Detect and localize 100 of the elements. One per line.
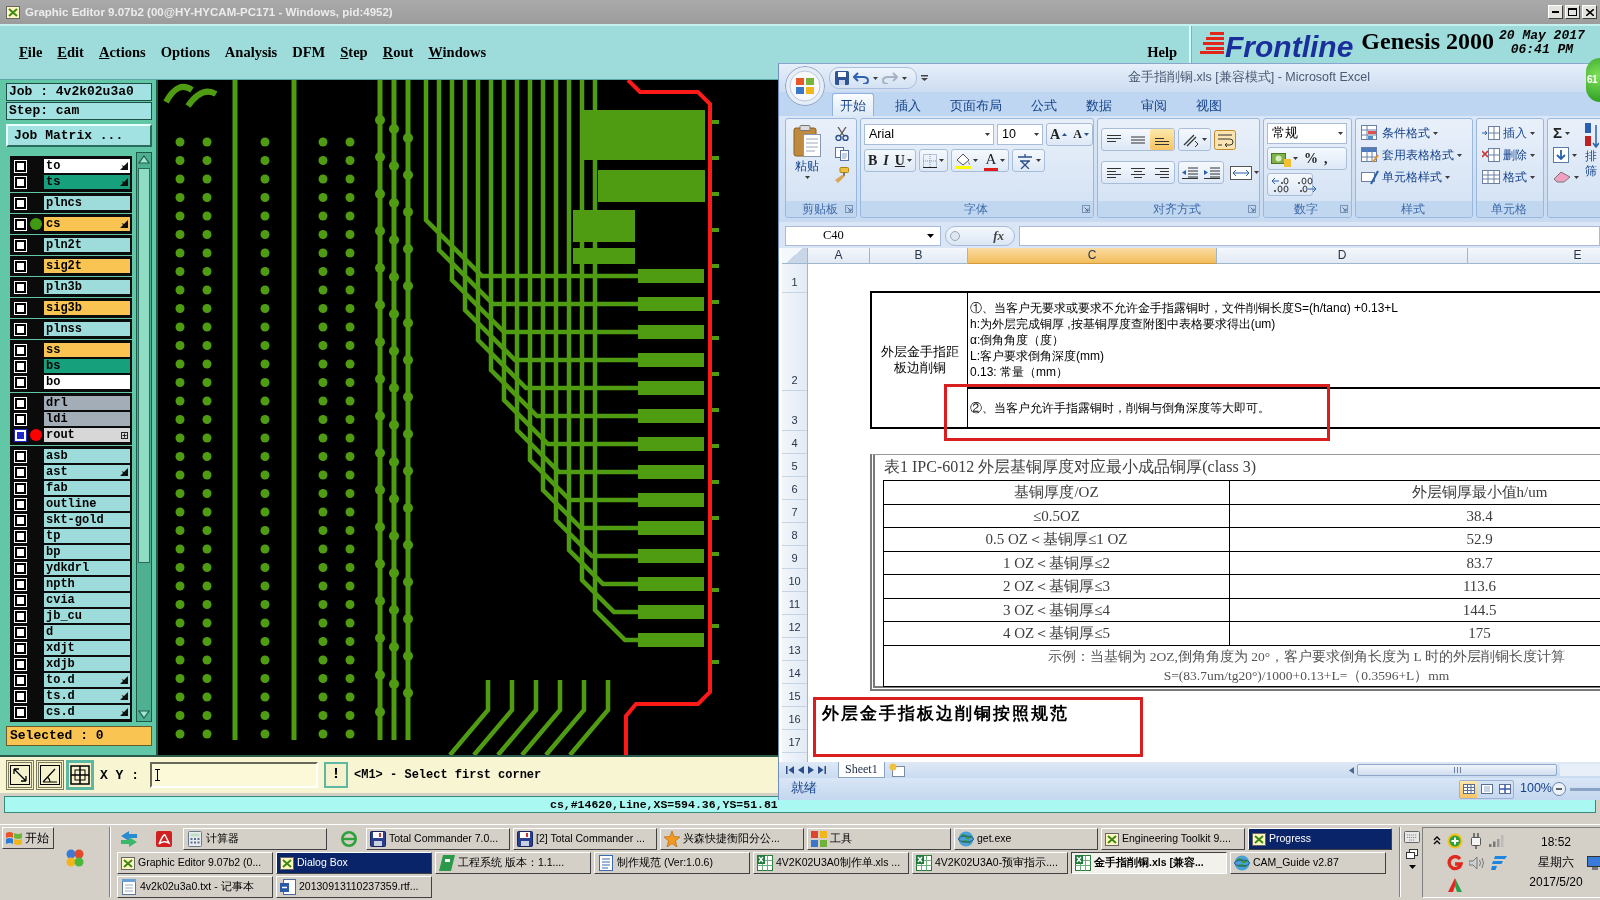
checkbox[interactable]	[14, 658, 26, 670]
row-header[interactable]: 15	[782, 684, 807, 707]
layer-entry[interactable]: cvia	[44, 593, 130, 607]
layer-entry[interactable]: rout	[44, 428, 130, 442]
layer-entry[interactable]: xdjt	[44, 641, 130, 655]
formula-input-field[interactable]	[1019, 226, 1600, 246]
taskbar-button[interactable]: 4V2K02U3A0制作单.xls ...	[753, 852, 909, 874]
layer-entry[interactable]: ydkdrl	[44, 561, 130, 575]
ribbon-button[interactable]: 插入	[1480, 123, 1537, 143]
taskbar-button[interactable]: get.exe	[954, 828, 1098, 850]
sheet-tab[interactable]: Sheet1	[838, 762, 885, 778]
maximize-button[interactable]	[1565, 5, 1580, 19]
taskbar-button[interactable]: 工具	[807, 828, 951, 850]
underline-button[interactable]: U	[891, 150, 915, 171]
borders-button[interactable]	[918, 149, 948, 172]
checkbox[interactable]	[14, 546, 26, 558]
orientation-button[interactable]	[1178, 128, 1211, 151]
layer-entry[interactable]: asb	[44, 449, 130, 463]
undo-icon[interactable]	[853, 72, 869, 84]
clock-weekday[interactable]: 星期六	[1538, 852, 1574, 872]
layer-entry[interactable]: plncs	[44, 196, 130, 210]
toolbar-button[interactable]	[36, 760, 64, 790]
layer-entry[interactable]: bp	[44, 545, 130, 559]
layer-entry[interactable]: bs	[44, 359, 130, 373]
checkbox[interactable]	[14, 344, 26, 356]
next-sheet-icon[interactable]	[808, 766, 814, 774]
shrink-font-button[interactable]: A	[1070, 124, 1092, 145]
checkbox[interactable]	[14, 706, 26, 718]
row-header[interactable]: 4	[782, 431, 807, 454]
phonetic-button[interactable]	[1011, 149, 1045, 172]
scroll-down-icon[interactable]	[138, 710, 150, 719]
row-header[interactable]: 2	[782, 293, 807, 391]
layer-entry[interactable]: cs	[44, 217, 130, 231]
italic-button[interactable]: I	[880, 150, 892, 171]
row-header[interactable]: 16	[782, 707, 807, 730]
checkbox[interactable]	[14, 160, 26, 172]
autosum-button[interactable]: Σ	[1551, 123, 1581, 143]
checkbox[interactable]	[14, 562, 26, 574]
layer-entry[interactable]: pln2t	[44, 238, 130, 252]
layer-entry[interactable]: ldi	[44, 412, 130, 426]
scissors-icon[interactable]	[835, 127, 849, 141]
taskbar-button[interactable]: 4V2K02U3A0-预审指示....	[912, 852, 1068, 874]
taskbar-button[interactable]: Progress	[1248, 828, 1392, 850]
plug-icon[interactable]	[1469, 832, 1483, 849]
checkbox[interactable]	[14, 397, 26, 409]
layer-entry[interactable]: npth	[44, 577, 130, 591]
layer-entry[interactable]: outline	[44, 497, 130, 511]
dialog-launcher-icon[interactable]	[1082, 205, 1090, 213]
close-button[interactable]	[1582, 5, 1597, 19]
ribbon-button[interactable]: 条件格式	[1359, 123, 1464, 143]
checkbox[interactable]	[14, 690, 26, 702]
row-header[interactable]: 17	[782, 730, 807, 753]
checkbox[interactable]	[14, 260, 26, 272]
previous-sheet-icon[interactable]	[798, 766, 804, 774]
row-header[interactable]: 6	[782, 477, 807, 500]
percent-button[interactable]: %	[1301, 148, 1321, 169]
layer-entry[interactable]: jb_cu	[44, 609, 130, 623]
layer-entry[interactable]: xdjb	[44, 657, 130, 671]
checkbox[interactable]	[14, 674, 26, 686]
dialog-launcher-icon[interactable]	[1340, 205, 1348, 213]
checkbox[interactable]	[14, 610, 26, 622]
job-matrix-button[interactable]: Job Matrix ...	[6, 124, 152, 147]
layer-entry[interactable]: plnss	[44, 322, 130, 336]
name-box[interactable]: C40	[785, 226, 941, 246]
signal-bars-icon[interactable]	[1489, 834, 1505, 847]
layer-entry[interactable]: sig2t	[44, 259, 130, 273]
restore-windows-icon[interactable]	[1406, 849, 1418, 859]
ribbon-button[interactable]: 删除	[1480, 145, 1537, 165]
scroll-up-icon[interactable]	[138, 155, 150, 164]
taskbar-button[interactable]: Graphic Editor 9.07b2 (0...	[117, 852, 273, 874]
ribbon-button[interactable]: 单元格样式	[1359, 167, 1464, 187]
row-header[interactable]: 8	[782, 523, 807, 546]
taskbar-button[interactable]: [2] Total Commander ...	[513, 828, 657, 850]
taskbar-button[interactable]: Total Commander 7.0...	[366, 828, 510, 850]
menu-item[interactable]: Edit	[57, 44, 84, 61]
layer-entry[interactable]: ts.d	[44, 689, 130, 703]
taskbar-button[interactable]: 制作规范 (Ver:1.0.6)	[594, 852, 750, 874]
horizontal-scrollbar-thumb[interactable]	[1357, 764, 1557, 776]
ribbon-tab[interactable]: 页面布局	[942, 93, 1010, 116]
checkbox[interactable]	[14, 450, 26, 462]
caret-icon[interactable]	[927, 234, 934, 238]
scrollbar-track[interactable]	[136, 152, 152, 722]
clock-date[interactable]: 2017/5/20	[1529, 872, 1583, 892]
checkbox[interactable]	[14, 530, 26, 542]
brush-icon[interactable]	[835, 167, 849, 183]
layer-entry[interactable]: drl	[44, 396, 130, 410]
layer-entry[interactable]: cs.d	[44, 705, 130, 719]
taskbar-button[interactable]: 20130913110237359.rtf...	[276, 876, 432, 898]
checkbox[interactable]	[14, 360, 26, 372]
menu-item[interactable]: Windows	[428, 44, 487, 61]
customize-icon[interactable]	[921, 75, 928, 81]
triangle-arrows-icon[interactable]	[1447, 877, 1463, 892]
monitor-icon[interactable]	[1587, 856, 1600, 870]
checkbox[interactable]	[14, 302, 26, 314]
grow-font-button[interactable]: A	[1047, 124, 1071, 145]
zoom-out-icon[interactable]	[1552, 782, 1566, 796]
taskbar-button[interactable]: 金手指削铜.xls [兼容...	[1071, 852, 1227, 874]
insert-function-button[interactable]: fx	[945, 226, 1015, 246]
copy-icon[interactable]	[835, 147, 849, 161]
ribbon-button[interactable]: 套用表格格式	[1359, 145, 1464, 165]
